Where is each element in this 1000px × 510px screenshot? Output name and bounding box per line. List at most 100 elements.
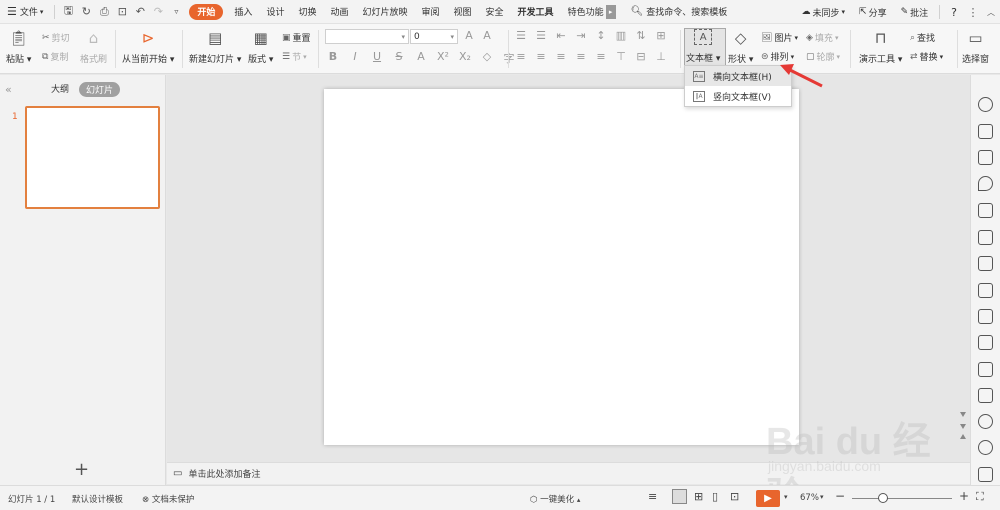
help-button[interactable]: ?: [944, 0, 964, 24]
print-preview-icon[interactable]: ⊡: [113, 0, 131, 24]
font-size-select[interactable]: 0 ▾: [410, 29, 458, 44]
slide-canvas[interactable]: [324, 89, 799, 445]
beautify-button[interactable]: ⬡ 一键美化 ▴: [530, 493, 580, 505]
fill-button[interactable]: ◈ 填充 ▾: [806, 31, 838, 45]
format-painter-button[interactable]: ⌂ 格式刷: [80, 27, 107, 65]
slide-sorter-icon[interactable]: ⊞: [694, 490, 703, 503]
tab-special[interactable]: 特色功能: [561, 0, 606, 24]
select-pane-button[interactable]: ▭ 选择窗: [962, 27, 989, 65]
zoom-value[interactable]: 67%: [800, 493, 819, 503]
superscript-icon[interactable]: X²: [436, 50, 450, 66]
archive-icon[interactable]: [978, 362, 993, 377]
shapes-icon[interactable]: [978, 124, 993, 139]
from-current-button[interactable]: ⊳ 从当前开始 ▾: [122, 27, 174, 65]
chevron-down-icon[interactable]: ▾: [784, 493, 788, 501]
tab-transition[interactable]: 切换: [291, 0, 323, 24]
column-icon[interactable]: ▥: [614, 29, 628, 42]
vertical-textbox-item[interactable]: ‖A 竖向文本框(V): [685, 86, 791, 106]
text-direction-icon[interactable]: ⇅: [634, 29, 648, 42]
copy-button[interactable]: ⧉ 复制: [42, 50, 68, 64]
new-slide-button[interactable]: ▤ 新建幻灯片 ▾: [189, 27, 241, 65]
chevron-down-icon[interactable]: ▾: [820, 493, 824, 501]
strikethrough-icon[interactable]: S: [392, 50, 406, 66]
reading-view-icon[interactable]: ▯: [712, 490, 718, 503]
comment-button[interactable]: ✎ 批注: [894, 0, 936, 24]
tab-insert[interactable]: 插入: [227, 0, 259, 24]
location-icon[interactable]: [978, 176, 993, 191]
zoom-out-icon[interactable]: −: [835, 489, 845, 503]
tab-design[interactable]: 设计: [259, 0, 291, 24]
decrease-indent-icon[interactable]: ⇤: [554, 29, 568, 42]
chart-icon[interactable]: [978, 256, 993, 271]
align-left-icon[interactable]: ≡: [514, 50, 528, 63]
layout-button[interactable]: ▦ 版式 ▾: [248, 27, 273, 65]
play-button[interactable]: ▶: [756, 490, 780, 507]
tab-scroll-right-icon[interactable]: ▸: [605, 4, 616, 19]
speaker-icon[interactable]: [978, 388, 993, 403]
bold-icon[interactable]: B: [326, 50, 340, 66]
font-name-select[interactable]: ▾: [325, 29, 409, 44]
vertical-scrollbar[interactable]: [958, 90, 968, 445]
redo-icon[interactable]: ↷: [149, 0, 167, 24]
tab-animation[interactable]: 动画: [323, 0, 355, 24]
grid-icon[interactable]: [978, 230, 993, 245]
increase-indent-icon[interactable]: ⇥: [574, 29, 588, 42]
justify-icon[interactable]: ≡: [574, 50, 588, 63]
shield-icon[interactable]: [978, 414, 993, 429]
notes-view-icon[interactable]: ≡: [648, 490, 657, 503]
tab-slides[interactable]: 幻灯片: [79, 82, 121, 97]
tab-review[interactable]: 审阅: [415, 0, 447, 24]
cut-button[interactable]: ✂ 剪切: [42, 31, 70, 45]
tab-security[interactable]: 安全: [479, 0, 511, 24]
convert-icon[interactable]: ⊞: [654, 29, 668, 42]
align-right-icon[interactable]: ≡: [554, 50, 568, 63]
underline-icon[interactable]: U: [370, 50, 384, 66]
section-button[interactable]: ☰ 节 ▾: [282, 50, 307, 64]
present-tools-button[interactable]: ⊓ 演示工具 ▾: [859, 27, 902, 65]
horizontal-textbox-item[interactable]: A≡ 横向文本框(H): [685, 66, 791, 86]
tab-developer[interactable]: 开发工具: [511, 0, 561, 24]
zoom-slider-handle[interactable]: [878, 493, 888, 503]
shape-button[interactable]: ◇ 形状 ▾: [728, 27, 753, 65]
more-tools-icon[interactable]: [978, 467, 993, 482]
line-spacing-icon[interactable]: ↕: [594, 29, 608, 42]
paste-button[interactable]: 📋︎ 粘贴 ▾: [6, 27, 31, 65]
normal-view-icon[interactable]: [672, 489, 687, 504]
command-search[interactable]: 🔍︎ 查找命令、搜索模板: [624, 0, 735, 24]
bullet-list-icon[interactable]: ☰: [514, 29, 528, 42]
history-icon[interactable]: [978, 440, 993, 455]
image-search-icon[interactable]: [978, 309, 993, 324]
reset-button[interactable]: ▣ 重置: [282, 31, 311, 45]
italic-icon[interactable]: I: [348, 50, 362, 66]
collapse-panel-icon[interactable]: «: [5, 83, 12, 96]
object-icon[interactable]: [978, 150, 993, 165]
fit-window-icon[interactable]: ⛶: [976, 490, 984, 504]
print-icon[interactable]: ⎙: [95, 0, 113, 24]
align-top-icon[interactable]: ⊤: [614, 50, 628, 63]
clear-format-icon[interactable]: ◇: [480, 50, 494, 66]
export-icon[interactable]: [978, 335, 993, 350]
template-name[interactable]: 默认设计模板: [72, 493, 123, 505]
grow-font-icon[interactable]: A: [462, 29, 476, 42]
zoom-slider-track[interactable]: [852, 498, 952, 499]
protect-status[interactable]: ⊗ 文档未保护: [142, 493, 194, 505]
share-button[interactable]: ⇱ 分享: [852, 0, 894, 24]
slide-thumbnail[interactable]: [25, 106, 160, 209]
replace-button[interactable]: ⇄ 替换 ▾: [910, 50, 943, 64]
comment-view-icon[interactable]: ⊡: [730, 490, 739, 503]
zoom-in-icon[interactable]: +: [959, 489, 969, 503]
cloud-save-icon[interactable]: ↻: [77, 0, 95, 24]
collapse-ribbon-icon[interactable]: ︿: [982, 0, 1000, 24]
tab-outline[interactable]: 大纲: [51, 82, 69, 95]
find-button[interactable]: ⌕ 查找: [910, 31, 935, 45]
shrink-font-icon[interactable]: A: [480, 29, 494, 42]
font-color-icon[interactable]: A: [414, 50, 428, 66]
more-icon[interactable]: ⋮: [964, 0, 982, 24]
add-slide-button[interactable]: +: [74, 459, 89, 480]
align-bottom-icon[interactable]: ⊥: [654, 50, 668, 63]
textbox-button[interactable]: A 文本框 ▾: [686, 27, 720, 64]
number-list-icon[interactable]: ☰: [534, 29, 548, 42]
file-menu[interactable]: ☰ 文件 ▾: [0, 0, 50, 24]
subscript-icon[interactable]: X₂: [458, 50, 472, 66]
sync-button[interactable]: ☁ 未同步 ▾: [795, 0, 853, 24]
